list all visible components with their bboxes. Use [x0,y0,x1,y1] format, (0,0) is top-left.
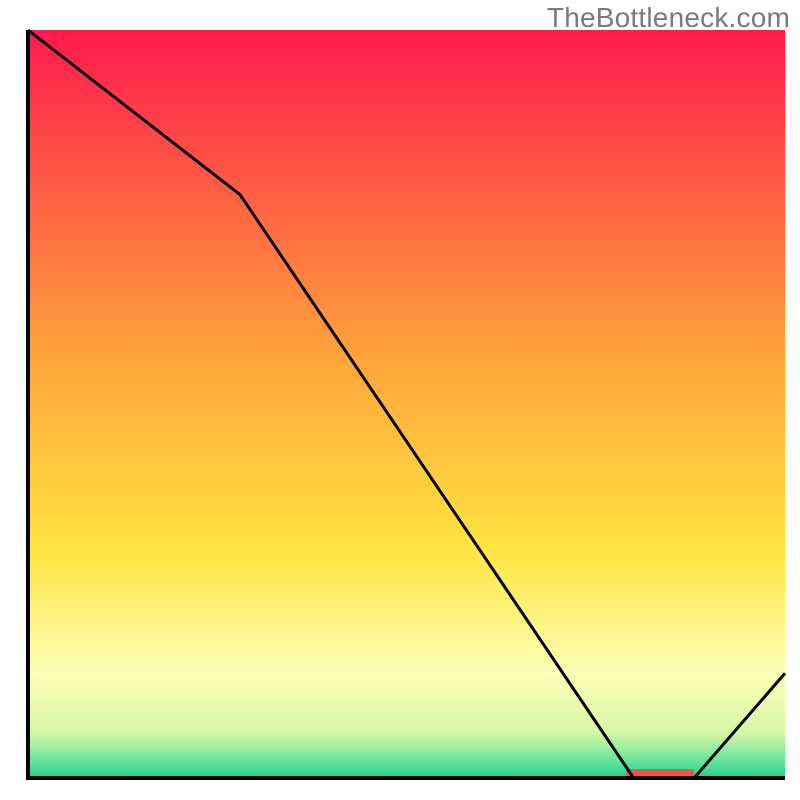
optimal-range-marker [626,769,694,776]
plot-background [28,30,785,778]
bottleneck-chart [0,0,800,800]
chart-container: TheBottleneck.com [0,0,800,800]
